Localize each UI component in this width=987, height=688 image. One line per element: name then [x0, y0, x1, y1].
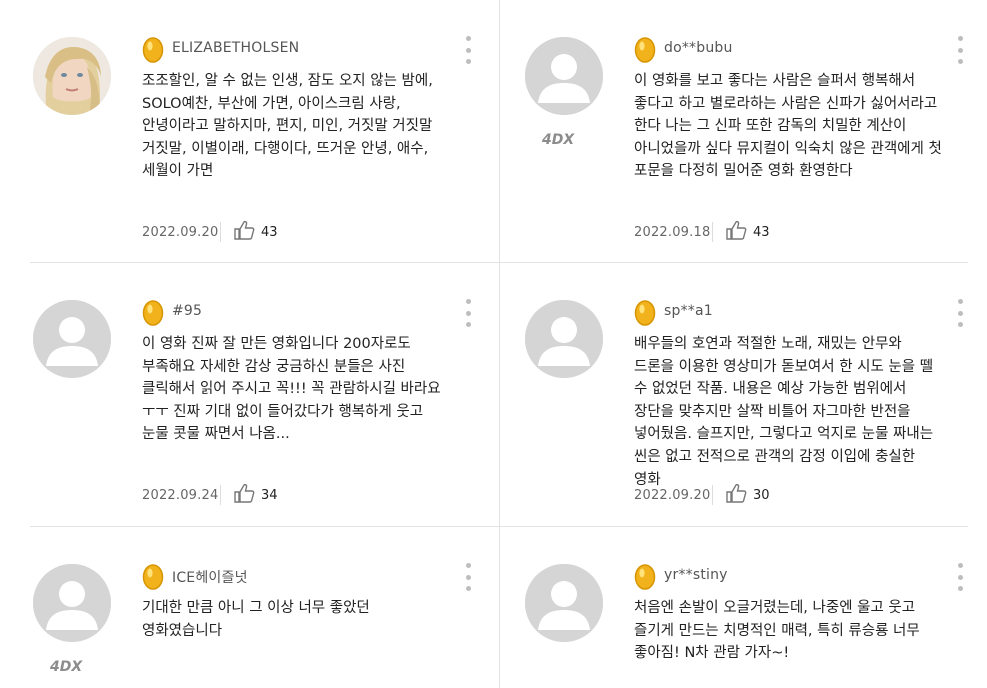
date-separator — [712, 485, 713, 505]
date-separator — [220, 485, 221, 505]
review-text[interactable]: 이 영화를 보고 좋다는 사람은 슬퍼서 행복해서 좋다고 하고 별로라하는 사… — [634, 70, 944, 183]
golden-egg-icon — [142, 37, 164, 63]
default-avatar-icon — [525, 37, 603, 115]
review-text[interactable]: 이 영화 진짜 잘 만든 영화입니다 200자로도 부족해요 자세한 감상 궁금… — [142, 333, 452, 446]
golden-egg-icon — [142, 300, 164, 326]
golden-egg-icon — [634, 300, 656, 326]
username[interactable]: ICE헤이즐넛 — [172, 567, 248, 587]
more-vertical-icon[interactable] — [463, 563, 473, 591]
avatar[interactable] — [33, 37, 111, 115]
username[interactable]: ELIZABETHOLSEN — [172, 40, 299, 56]
review-card: yr**stiny 처음엔 손발이 오글거렸는데, 나중엔 울고 웃고 즐기게 … — [522, 527, 987, 688]
username[interactable]: do**bubu — [664, 40, 733, 56]
like-count: 43 — [753, 225, 770, 240]
4dx-badge-icon: 4DX — [540, 128, 588, 148]
review-text[interactable]: 기대한 만큼 아니 그 이상 너무 좋았던 영화였습니다 — [142, 597, 452, 642]
review-date: 2022.09.20 — [142, 225, 219, 240]
more-vertical-icon[interactable] — [955, 299, 965, 327]
review-card: 4DX ICE헤이즐넛 기대한 만큼 아니 그 이상 너무 좋았던 영화였습니다 — [30, 527, 500, 688]
username[interactable]: sp**a1 — [664, 303, 713, 319]
golden-egg-icon — [142, 564, 164, 590]
more-vertical-icon[interactable] — [955, 563, 965, 591]
review-text[interactable]: 배우들의 호연과 적절한 노래, 재밌는 안무와 드론을 이용한 영상미가 돋보… — [634, 333, 944, 491]
review-card: ELIZABETHOLSEN 조조할인, 알 수 없는 인생, 잠도 오지 않는… — [30, 0, 500, 262]
review-card: sp**a1 배우들의 호연과 적절한 노래, 재밌는 안무와 드론을 이용한 … — [522, 263, 987, 525]
review-date: 2022.09.24 — [142, 488, 219, 503]
review-card: 4DX do**bubu 이 영화를 보고 좋다는 사람은 슬퍼서 행복해서 좋… — [522, 0, 987, 262]
like-count: 34 — [261, 488, 278, 503]
thumbs-up-icon[interactable] — [233, 219, 255, 241]
default-avatar-icon — [33, 300, 111, 378]
username[interactable]: yr**stiny — [664, 567, 728, 583]
review-text[interactable]: 조조할인, 알 수 없는 인생, 잠도 오지 않는 밤에, SOLO예찬, 부산… — [142, 70, 452, 183]
more-vertical-icon[interactable] — [463, 36, 473, 64]
review-text[interactable]: 처음엔 손발이 오글거렸는데, 나중엔 울고 웃고 즐기게 만드는 치명적인 매… — [634, 597, 944, 665]
avatar[interactable] — [33, 300, 111, 378]
thumbs-up-icon[interactable] — [725, 219, 747, 241]
more-vertical-icon[interactable] — [955, 36, 965, 64]
review-date: 2022.09.20 — [634, 488, 711, 503]
thumbs-up-icon[interactable] — [233, 482, 255, 504]
default-avatar-icon — [525, 564, 603, 642]
date-separator — [712, 222, 713, 242]
date-separator — [220, 222, 221, 242]
svg-text:4DX: 4DX — [49, 659, 83, 675]
more-vertical-icon[interactable] — [463, 299, 473, 327]
like-count: 43 — [261, 225, 278, 240]
avatar[interactable] — [525, 564, 603, 642]
avatar[interactable] — [33, 564, 111, 642]
like-count: 30 — [753, 488, 770, 503]
default-avatar-icon — [33, 564, 111, 642]
review-grid: ELIZABETHOLSEN 조조할인, 알 수 없는 인생, 잠도 오지 않는… — [0, 0, 987, 688]
avatar[interactable] — [525, 300, 603, 378]
default-avatar-icon — [525, 300, 603, 378]
review-card: #95 이 영화 진짜 잘 만든 영화입니다 200자로도 부족해요 자세한 감… — [30, 263, 500, 525]
username[interactable]: #95 — [172, 303, 202, 319]
thumbs-up-icon[interactable] — [725, 482, 747, 504]
golden-egg-icon — [634, 37, 656, 63]
4dx-badge-icon: 4DX — [48, 655, 96, 675]
user-photo-icon — [33, 37, 111, 115]
review-date: 2022.09.18 — [634, 225, 711, 240]
svg-text:4DX: 4DX — [541, 132, 575, 148]
avatar[interactable] — [525, 37, 603, 115]
golden-egg-icon — [634, 564, 656, 590]
